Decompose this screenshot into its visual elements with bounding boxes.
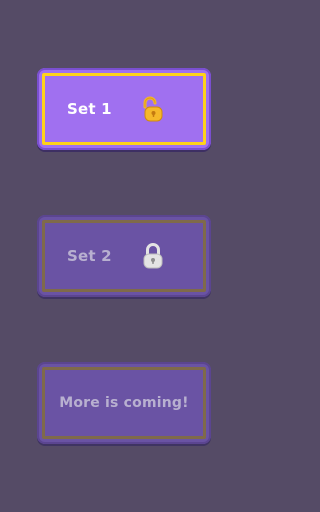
locked-padlock-icon: [143, 243, 163, 269]
set-1-card-frame: Set 1: [42, 73, 206, 145]
unlocked-padlock-icon: [143, 96, 163, 122]
more-coming-card-frame: More is coming!: [42, 367, 206, 439]
set-1-card[interactable]: Set 1: [37, 68, 211, 150]
set-2-card-frame: Set 2: [42, 220, 206, 292]
more-coming-label: More is coming!: [59, 395, 189, 411]
set-2-label: Set 2: [67, 247, 112, 265]
more-coming-card: More is coming!: [37, 362, 211, 444]
set-2-card[interactable]: Set 2: [37, 215, 211, 297]
set-1-label: Set 1: [67, 100, 112, 118]
